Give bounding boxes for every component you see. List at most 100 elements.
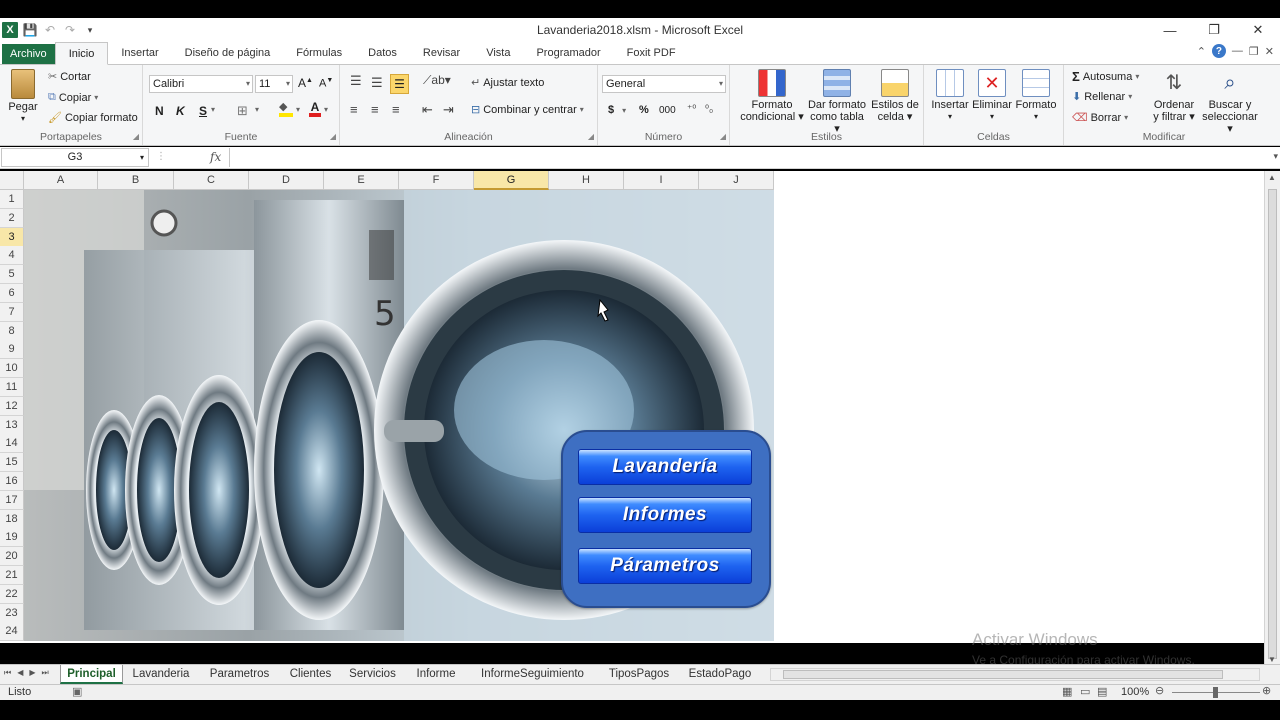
orientation-icon[interactable]: ⟋ab▾	[423, 73, 451, 88]
last-sheet-icon[interactable]: ⏭	[42, 668, 49, 678]
row-header[interactable]: 11	[0, 378, 24, 397]
shrink-font-button[interactable]: A▼	[319, 77, 333, 90]
scroll-up-icon[interactable]: ▲	[1268, 173, 1276, 182]
row-header[interactable]: 5	[0, 265, 24, 285]
minimize-button[interactable]: —	[1148, 18, 1192, 42]
row-header[interactable]: 21	[0, 566, 24, 585]
column-header[interactable]: J	[699, 171, 774, 190]
align-middle-icon[interactable]: ☰	[371, 75, 383, 91]
row-header[interactable]: 8	[0, 321, 24, 341]
tab-datos[interactable]: Datos	[355, 42, 410, 64]
row-header[interactable]: 7	[0, 302, 24, 322]
save-icon[interactable]: 💾	[22, 22, 38, 38]
increase-indent-icon[interactable]: ⇥	[443, 102, 454, 118]
align-center-icon[interactable]: ≡	[371, 102, 379, 117]
decrease-decimal-icon[interactable]: ⁰₀	[705, 104, 713, 115]
macro-record-icon[interactable]: ▣	[72, 685, 82, 698]
prev-sheet-icon[interactable]: ◀	[17, 668, 23, 678]
column-header[interactable]: B	[98, 171, 174, 190]
collapse-ribbon-icon[interactable]: ⌃	[1197, 45, 1206, 58]
excel-logo-icon[interactable]: X	[2, 22, 18, 38]
worksheet[interactable]: ABCDEFGHIJ 1 2 3 4 5 6 7 8 9 10 11 12 13 14 15 16 17 18 19…	[0, 171, 1264, 643]
sheet-tab-servicios[interactable]: Servicios	[344, 665, 401, 684]
doc-restore-icon[interactable]: ❐	[1249, 45, 1259, 58]
horizontal-scroll-thumb[interactable]	[783, 670, 1223, 679]
zoom-slider-handle[interactable]	[1213, 687, 1218, 698]
tab-revisar[interactable]: Revisar	[410, 42, 473, 64]
format-cells-button[interactable]: Formato ▾	[1014, 69, 1058, 123]
sheet-tab-estado-pago[interactable]: EstadoPago	[682, 665, 758, 684]
undo-icon[interactable]: ↶	[42, 22, 58, 38]
row-header[interactable]: 6	[0, 284, 24, 303]
scroll-down-icon[interactable]: ▼	[1268, 655, 1276, 664]
bold-button[interactable]: N	[155, 104, 164, 118]
column-header[interactable]: E	[324, 171, 399, 190]
column-header[interactable]: F	[399, 171, 474, 190]
clear-button[interactable]: ⌫ Borrar ▾	[1072, 111, 1128, 125]
zoom-in-icon[interactable]: ⊕	[1262, 684, 1271, 697]
align-right-icon[interactable]: ≡	[392, 102, 400, 117]
cell-styles-button[interactable]: Estilos de celda ▾	[868, 69, 922, 123]
decrease-indent-icon[interactable]: ⇤	[422, 102, 433, 118]
tab-vista[interactable]: Vista	[473, 42, 523, 64]
row-header[interactable]: 2	[0, 208, 24, 228]
underline-button[interactable]: S	[199, 104, 207, 118]
select-all-corner[interactable]	[0, 171, 24, 190]
borders-dropdown-icon[interactable]: ▾	[255, 105, 259, 114]
sheet-tab-informe[interactable]: Informe	[408, 665, 464, 684]
tab-programador[interactable]: Programador	[523, 42, 613, 64]
next-sheet-icon[interactable]: ▶	[29, 668, 35, 678]
row-header[interactable]: 9	[0, 340, 24, 360]
align-bottom-icon[interactable]: ☰	[390, 74, 409, 94]
tab-archivo[interactable]: Archivo	[2, 44, 55, 64]
normal-view-icon[interactable]: ▦	[1062, 685, 1072, 698]
row-header[interactable]: 20	[0, 547, 24, 567]
row-header[interactable]: 22	[0, 584, 24, 604]
wrap-text-button[interactable]: ↵ Ajustar texto	[471, 76, 544, 90]
zoom-level[interactable]: 100%	[1121, 686, 1149, 698]
underline-dropdown-icon[interactable]: ▾	[211, 105, 215, 114]
sort-filter-button[interactable]: ⇅ Ordenar y filtrar ▾	[1148, 69, 1200, 123]
merge-center-button[interactable]: ⊟ Combinar y centrar ▾	[471, 103, 584, 117]
delete-cells-button[interactable]: ✕ Eliminar ▾	[972, 69, 1012, 123]
row-header[interactable]: 12	[0, 396, 24, 416]
expand-formula-bar-icon[interactable]: ▾	[1273, 151, 1278, 162]
lavanderia-button[interactable]: Lavandería	[578, 449, 752, 485]
customize-qat-icon[interactable]: ▾	[82, 22, 98, 38]
doc-close-icon[interactable]: ✕	[1265, 45, 1274, 58]
alignment-launcher-icon[interactable]: ◢	[588, 132, 594, 141]
zoom-out-icon[interactable]: ⊖	[1155, 684, 1164, 697]
italic-button[interactable]: K	[176, 104, 185, 118]
column-header[interactable]: A	[24, 171, 98, 190]
horizontal-scrollbar[interactable]	[770, 668, 1260, 681]
page-break-view-icon[interactable]: ▤	[1097, 685, 1107, 698]
row-header[interactable]: 13	[0, 415, 24, 435]
row-header[interactable]: 24	[0, 622, 24, 642]
parametros-button[interactable]: Párametros	[578, 548, 752, 584]
copy-button[interactable]: ⧉ Copiar ▾	[48, 91, 98, 104]
number-format-select[interactable]: General ▾	[602, 75, 726, 93]
page-layout-view-icon[interactable]: ▭	[1080, 685, 1090, 698]
row-header[interactable]: 17	[0, 490, 24, 510]
tab-inicio[interactable]: Inicio	[54, 42, 109, 65]
align-top-icon[interactable]: ☰	[350, 73, 362, 89]
insert-function-icon[interactable]: fx	[210, 150, 221, 164]
informes-button[interactable]: Informes	[578, 497, 752, 533]
autosum-button[interactable]: Σ Autosuma ▾	[1072, 69, 1139, 84]
grow-font-button[interactable]: A▲	[298, 76, 313, 90]
tab-insertar[interactable]: Insertar	[108, 42, 171, 64]
sheet-tab-parametros[interactable]: Parametros	[202, 665, 277, 684]
column-header[interactable]: G	[474, 171, 549, 190]
font-name-select[interactable]: Calibri ▾	[149, 75, 253, 93]
fill-button[interactable]: ⬇ Rellenar ▾	[1072, 90, 1132, 104]
row-header[interactable]: 14	[0, 434, 24, 454]
row-header[interactable]: 10	[0, 359, 24, 379]
row-header[interactable]: 19	[0, 528, 24, 548]
sheet-tab-lavanderia[interactable]: Lavanderia	[126, 665, 196, 684]
insert-cells-button[interactable]: Insertar ▾	[930, 69, 970, 123]
row-header[interactable]: 16	[0, 472, 24, 491]
first-sheet-icon[interactable]: ⏮	[4, 668, 11, 678]
clipboard-launcher-icon[interactable]: ◢	[133, 132, 139, 141]
name-box[interactable]: G3 ▾	[1, 148, 149, 167]
help-icon[interactable]: ?	[1211, 44, 1226, 58]
